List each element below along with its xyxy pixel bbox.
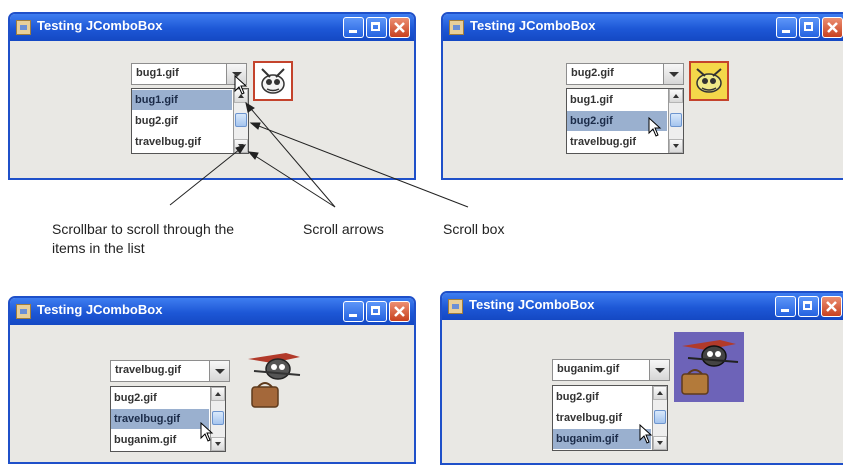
callout-scrollbar: Scrollbar to scroll through the items in… (52, 221, 235, 256)
arrow-scroll-box (250, 122, 469, 208)
arrow-scroll-up (245, 102, 336, 208)
arrow-scroll-down (248, 151, 336, 208)
callout-scroll-arrows: Scroll arrows (303, 221, 384, 237)
arrow-scrollbar (169, 144, 246, 206)
callout-scroll-box: Scroll box (443, 221, 505, 237)
arrowhead-scroll-down (247, 151, 259, 160)
arrowhead-scrollbar (235, 144, 247, 154)
arrowhead-scroll-box (249, 122, 261, 130)
